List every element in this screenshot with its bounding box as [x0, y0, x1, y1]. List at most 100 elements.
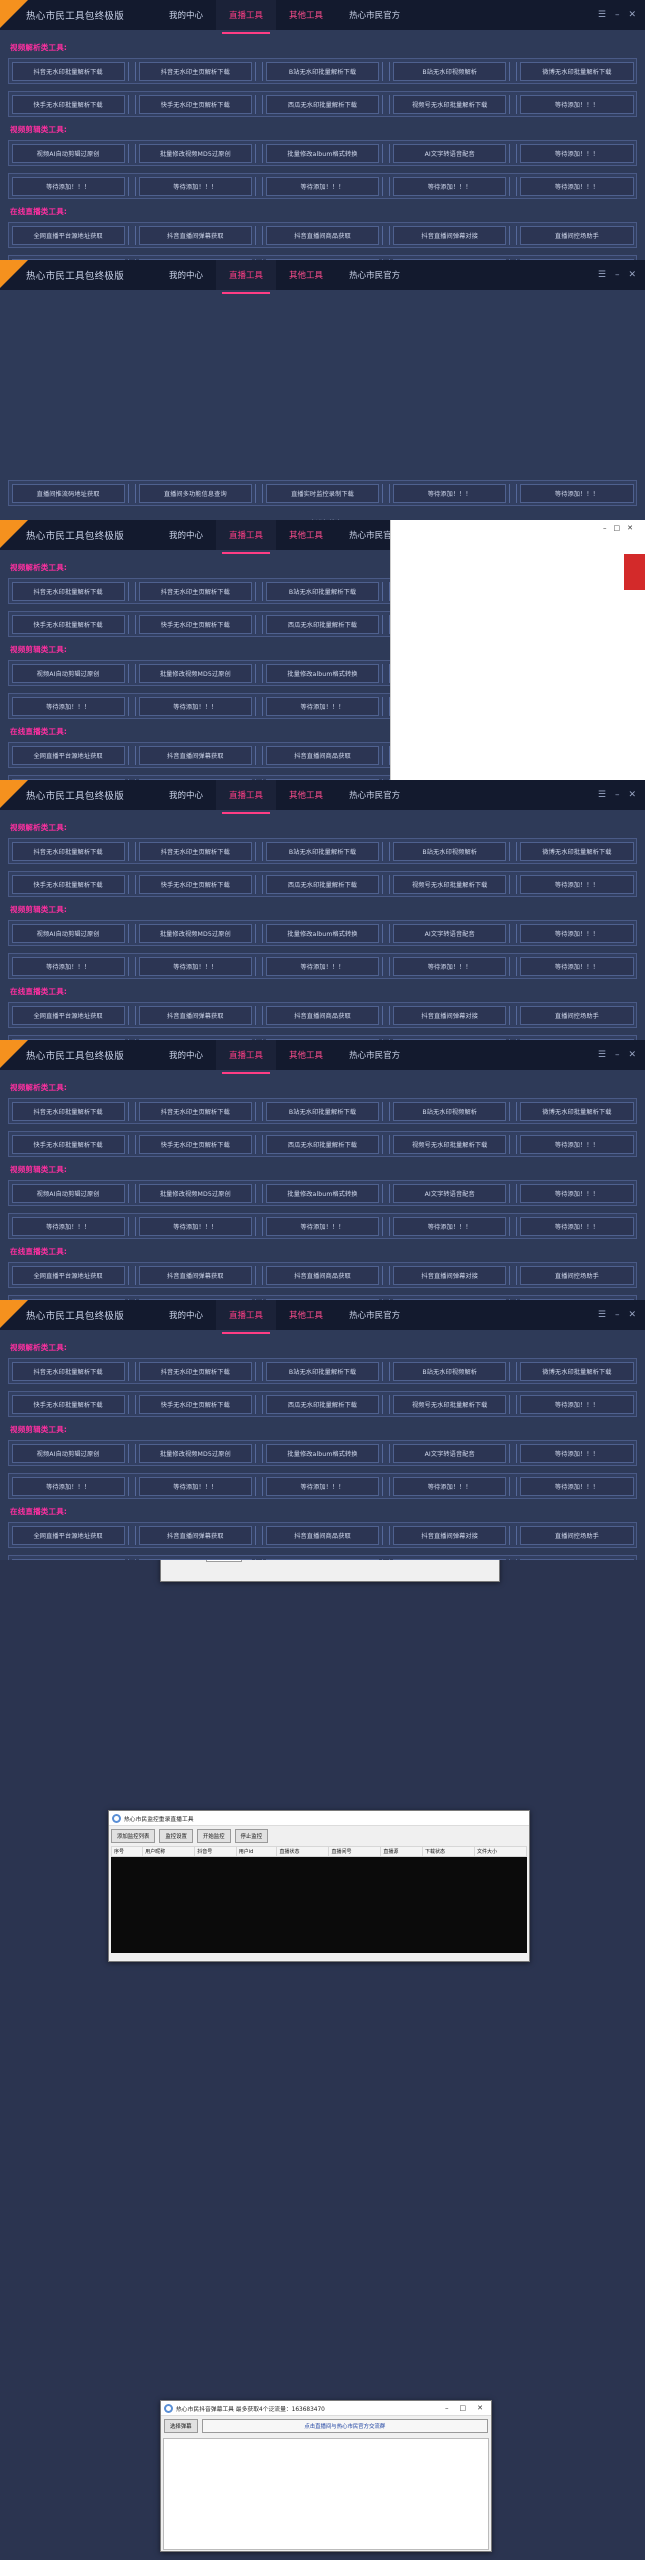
tool-button[interactable]: 快手无水印批量解析下载 [12, 1395, 125, 1414]
tab-my-center[interactable]: 我的中心 [156, 1040, 216, 1070]
tool-button[interactable]: 批量修改视频MD5过原创 [139, 1184, 252, 1203]
tool-button[interactable]: 等待添加！！！ [520, 924, 633, 943]
close-icon[interactable]: ✕ [628, 790, 636, 800]
tool-button[interactable]: 等待添加！！！ [12, 1217, 125, 1236]
tool-button[interactable]: 抖音无水印批量解析下载 [12, 842, 125, 861]
tool-button[interactable]: 抖音无水印主页解析下载 [139, 1362, 252, 1381]
tool-button[interactable]: 抖音直播间商品获取 [266, 1526, 379, 1545]
tab-live-tools[interactable]: 直播工具 [216, 520, 276, 550]
maximize-icon[interactable]: □ [460, 2404, 467, 2412]
tool-button[interactable]: 直播间推流码地址获取 [12, 1559, 125, 1561]
tool-button[interactable]: 抖音无水印批量解析下载 [12, 1102, 125, 1121]
tool-button[interactable]: B站无水印视频解析 [393, 1362, 506, 1381]
tool-button[interactable]: 全网直播平台源地址获取 [12, 746, 125, 765]
tool-button[interactable]: 快手无水印批量解析下载 [12, 1135, 125, 1154]
minimize-icon[interactable]: – [615, 790, 620, 800]
tool-button[interactable]: 西瓜无水印批量解析下载 [266, 1395, 379, 1414]
tool-button[interactable]: 抖音直播间弹幕对接 [393, 1266, 506, 1285]
tool-button[interactable]: 等待添加！！！ [393, 1559, 506, 1561]
tool-button[interactable]: 抖音直播间弹幕获取 [139, 1526, 252, 1545]
start-monitor-button[interactable]: 开始监控 [197, 1829, 231, 1843]
tab-official[interactable]: 热心市民官方 [336, 780, 413, 810]
tab-other-tools[interactable]: 其他工具 [276, 1300, 336, 1330]
tool-button[interactable]: 直播间控场助手 [520, 226, 633, 245]
tool-button[interactable]: B站无水印视频解析 [393, 1102, 506, 1121]
tool-button[interactable]: 批量修改album格式转换 [266, 1444, 379, 1463]
tool-button[interactable]: AI文字转语音配音 [393, 1444, 506, 1463]
tool-button[interactable]: 批量修改视频MD5过原创 [139, 144, 252, 163]
tool-button[interactable]: 西瓜无水印批量解析下载 [266, 615, 379, 634]
tool-button[interactable]: 等待添加！！！ [393, 484, 506, 503]
tool-button[interactable]: 抖音无水印批量解析下载 [12, 582, 125, 601]
tab-live-tools[interactable]: 直播工具 [216, 0, 276, 30]
tool-button[interactable]: 视频AI自动剪辑过原创 [12, 1184, 125, 1203]
tab-my-center[interactable]: 我的中心 [156, 780, 216, 810]
tool-button[interactable]: 快手无水印主页解析下载 [139, 1135, 252, 1154]
minimize-icon[interactable]: – [615, 10, 620, 20]
tool-button[interactable]: 快手无水印主页解析下载 [139, 95, 252, 114]
minimize-icon[interactable]: – [445, 2404, 449, 2412]
tab-other-tools[interactable]: 其他工具 [276, 780, 336, 810]
tab-other-tools[interactable]: 其他工具 [276, 0, 336, 30]
tool-button[interactable]: 批量修改album格式转换 [266, 924, 379, 943]
tool-button[interactable]: B站无水印视频解析 [393, 842, 506, 861]
tool-button[interactable]: 抖音直播间弹幕获取 [139, 1006, 252, 1025]
tab-live-tools[interactable]: 直播工具 [216, 1040, 276, 1070]
tool-button[interactable]: 等待添加！！！ [520, 875, 633, 894]
tool-button[interactable]: 微博无水印批量解析下载 [520, 842, 633, 861]
tool-button[interactable]: B站无水印视频解析 [393, 62, 506, 81]
menu-icon[interactable]: ☰ [598, 10, 606, 20]
tool-button[interactable]: 抖音直播间商品获取 [266, 746, 379, 765]
tool-button[interactable]: 视频AI自动剪辑过原创 [12, 1444, 125, 1463]
tool-button[interactable]: 等待添加！！！ [393, 957, 506, 976]
tool-button[interactable]: 抖音直播间弹幕获取 [139, 746, 252, 765]
tool-button[interactable]: B站无水印批量解析下载 [266, 582, 379, 601]
danmu-list-area[interactable] [163, 2438, 489, 2550]
tool-button[interactable]: 西瓜无水印批量解析下载 [266, 1135, 379, 1154]
menu-icon[interactable]: ☰ [598, 1310, 606, 1320]
tool-button[interactable]: 抖音无水印主页解析下载 [139, 842, 252, 861]
tool-button[interactable]: 视频号无水印批量解析下载 [393, 1395, 506, 1414]
tab-other-tools[interactable]: 其他工具 [276, 260, 336, 290]
tab-official[interactable]: 热心市民官方 [336, 1300, 413, 1330]
tool-button[interactable]: B站无水印批量解析下载 [266, 1102, 379, 1121]
tab-official[interactable]: 热心市民官方 [336, 0, 413, 30]
tool-button[interactable]: 等待添加！！！ [139, 957, 252, 976]
close-icon[interactable]: ✕ [628, 10, 636, 20]
tool-button[interactable]: AI文字转语音配音 [393, 144, 506, 163]
tool-button[interactable]: 抖音直播间弹幕对接 [393, 1006, 506, 1025]
tool-button[interactable]: AI文字转语音配音 [393, 924, 506, 943]
join-group-button[interactable]: 点击直播间与热心市民官方交流群 [202, 2419, 488, 2433]
select-danmu-button[interactable]: 选择弹幕 [164, 2419, 198, 2433]
tool-button[interactable]: 等待添加！！！ [520, 144, 633, 163]
monitor-settings-button[interactable]: 监控设置 [159, 1829, 193, 1843]
tool-button[interactable]: 微博无水印批量解析下载 [520, 1362, 633, 1381]
tool-button[interactable]: 视频AI自动剪辑过原创 [12, 664, 125, 683]
tool-button[interactable]: B站无水印批量解析下载 [266, 1362, 379, 1381]
tool-button[interactable]: 视频AI自动剪辑过原创 [12, 144, 125, 163]
tool-button[interactable]: 直播间推流码地址获取 [12, 484, 125, 503]
tool-button[interactable]: 抖音直播间弹幕获取 [139, 1266, 252, 1285]
tool-button[interactable]: 微博无水印批量解析下载 [520, 62, 633, 81]
tab-my-center[interactable]: 我的中心 [156, 0, 216, 30]
minimize-icon[interactable]: – [615, 1050, 620, 1060]
tab-other-tools[interactable]: 其他工具 [276, 520, 336, 550]
tool-button[interactable]: 批量修改album格式转换 [266, 664, 379, 683]
tool-button[interactable]: 快手无水印批量解析下载 [12, 875, 125, 894]
tool-button[interactable]: 等待添加！！！ [266, 1477, 379, 1496]
tool-button[interactable]: 等待添加！！！ [393, 1477, 506, 1496]
tool-button[interactable]: 西瓜无水印批量解析下载 [266, 95, 379, 114]
tool-button[interactable]: 批量修改视频MD5过原创 [139, 1444, 252, 1463]
tool-button[interactable]: 等待添加！！！ [12, 697, 125, 716]
tool-button[interactable]: 抖音直播间商品获取 [266, 1266, 379, 1285]
tool-button[interactable]: 批量修改album格式转换 [266, 1184, 379, 1203]
tool-button[interactable]: 等待添加！！！ [520, 1395, 633, 1414]
tab-live-tools[interactable]: 直播工具 [216, 780, 276, 810]
tool-button[interactable]: 抖音无水印主页解析下载 [139, 582, 252, 601]
tool-button[interactable]: 抖音无水印批量解析下载 [12, 62, 125, 81]
tool-button[interactable]: 等待添加！！！ [12, 177, 125, 196]
tool-button[interactable]: 等待添加！！！ [520, 484, 633, 503]
tool-button[interactable]: 视频号无水印批量解析下载 [393, 875, 506, 894]
add-monitor-list-button[interactable]: 添加监控列表 [111, 1829, 155, 1843]
tool-button[interactable]: 批量修改视频MD5过原创 [139, 924, 252, 943]
